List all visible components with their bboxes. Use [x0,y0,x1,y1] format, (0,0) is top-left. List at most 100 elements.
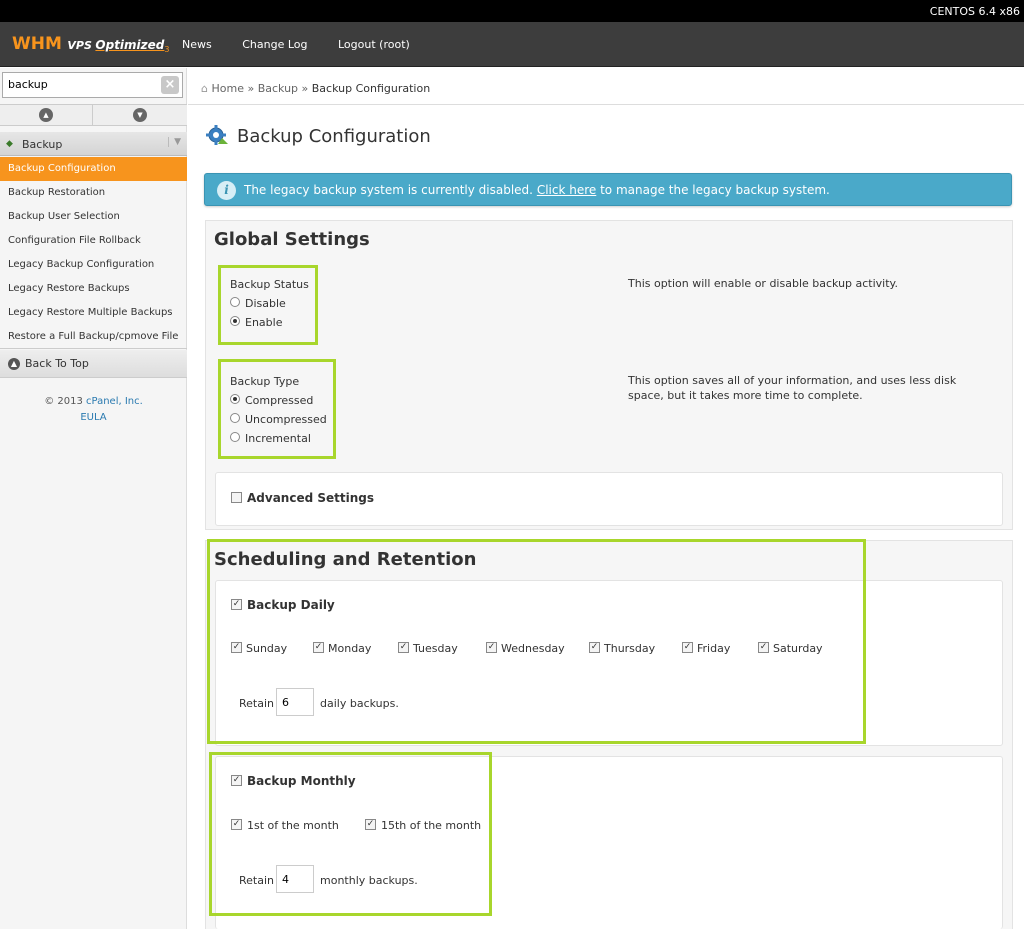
info-icon: i [217,181,236,200]
search-input[interactable] [3,73,153,95]
legacy-info-banner: i The legacy backup system is currently … [204,173,1012,206]
type-incremental-radio[interactable] [230,432,240,442]
backup-daily-label[interactable]: Backup Daily [247,598,335,612]
day-tuesday-label[interactable]: Tuesday [413,642,458,655]
day-friday-label[interactable]: Friday [697,642,730,655]
day-tuesday-checkbox[interactable]: ✓ [398,642,409,653]
day-thursday-checkbox[interactable]: ✓ [589,642,600,653]
breadcrumb-home[interactable]: Home [211,82,243,95]
header-bar: WHM VPS Optimized3 News Change Log Logou… [0,22,1024,67]
monthly-1st-checkbox[interactable]: ✓ [231,819,242,830]
sidebar: × ▲ ▼ ◆ Backup ▼ Backup Configuration Ba… [0,68,187,929]
collapse-all-button[interactable]: ▲ [0,105,93,125]
eula-link[interactable]: EULA [80,412,106,423]
day-monday-label[interactable]: Monday [328,642,371,655]
sidebar-search: × [2,72,183,98]
daily-retain-label: Retain [239,697,274,710]
sidebar-item-backup-configuration[interactable]: Backup Configuration [0,157,187,181]
status-enable-label[interactable]: Enable [245,316,282,329]
os-label: CENTOS 6.4 x86 [929,5,1020,18]
type-uncompressed-radio[interactable] [230,413,240,423]
chevron-down-icon: ▼ [133,108,147,122]
backup-icon: ◆ [6,139,13,149]
sidebar-item-legacy-restore-backups[interactable]: Legacy Restore Backups [0,277,187,301]
logo-vps: VPS [67,39,92,52]
type-incremental-label[interactable]: Incremental [245,432,311,445]
copyright: © 2013 [44,396,83,407]
back-to-top-label: Back To Top [25,357,89,370]
status-disable-label[interactable]: Disable [245,297,286,310]
sidebar-item-backup-restoration[interactable]: Backup Restoration [0,181,187,205]
nav-logout[interactable]: Logout (root) [338,38,410,51]
info-text: The legacy backup system is currently di… [244,183,830,197]
daily-retain-input[interactable] [276,688,314,716]
sidebar-section-backup[interactable]: ◆ Backup ▼ [0,132,187,156]
global-settings-heading: Global Settings [214,229,370,250]
day-monday-checkbox[interactable]: ✓ [313,642,324,653]
day-thursday-label[interactable]: Thursday [604,642,655,655]
logo-optimized: Optimized [95,38,165,52]
day-friday-checkbox[interactable]: ✓ [682,642,693,653]
breadcrumb-sep: » [301,82,309,95]
arrow-up-icon: ▲ [8,358,20,370]
monthly-retain-suffix: monthly backups. [320,874,418,887]
type-uncompressed-label[interactable]: Uncompressed [245,413,327,426]
breadcrumb-backup[interactable]: Backup [258,82,298,95]
sidebar-footer: © 2013 cPanel, Inc. EULA [0,394,187,426]
gear-icon [206,125,228,145]
type-compressed-radio[interactable] [230,394,240,404]
back-to-top-button[interactable]: ▲ Back To Top [0,350,187,378]
backup-monthly-label[interactable]: Backup Monthly [247,774,356,788]
logo-version: 3 [164,45,170,55]
sidebar-divider [0,348,187,349]
backup-daily-checkbox[interactable]: ✓ [231,599,242,610]
status-help-text: This option will enable or disable backu… [628,277,898,290]
monthly-1st-label[interactable]: 1st of the month [247,819,339,832]
day-sunday-checkbox[interactable]: ✓ [231,642,242,653]
home-icon: ⌂ [201,82,208,95]
day-saturday-label[interactable]: Saturday [773,642,823,655]
sidebar-item-config-file-rollback[interactable]: Configuration File Rollback [0,229,187,253]
monthly-retain-label: Retain [239,874,274,887]
whm-logo[interactable]: WHM VPS Optimized3 [12,34,169,54]
sidebar-arrows: ▲ ▼ [0,104,187,126]
monthly-15th-checkbox[interactable]: ✓ [365,819,376,830]
breadcrumb-divider [188,104,1024,105]
info-post: to manage the legacy backup system. [600,183,830,197]
monthly-retain-input[interactable] [276,865,314,893]
day-saturday-checkbox[interactable]: ✓ [758,642,769,653]
legacy-click-here-link[interactable]: Click here [537,183,596,197]
sidebar-item-backup-user-selection[interactable]: Backup User Selection [0,205,187,229]
dropdown-icon[interactable]: ▼ [168,137,181,147]
day-wednesday-checkbox[interactable]: ✓ [486,642,497,653]
monthly-15th-label[interactable]: 15th of the month [381,819,481,832]
type-compressed-label[interactable]: Compressed [245,394,313,407]
sidebar-item-legacy-backup-config[interactable]: Legacy Backup Configuration [0,253,187,277]
cpanel-link[interactable]: cPanel, Inc. [86,396,143,407]
os-strip: CENTOS 6.4 x86 [0,0,1024,22]
backup-type-label: Backup Type [230,375,300,388]
backup-status-label: Backup Status [230,278,309,291]
daily-retain-suffix: daily backups. [320,697,399,710]
type-help-text: This option saves all of your informatio… [628,374,957,402]
expand-all-button[interactable]: ▼ [94,105,187,125]
advanced-settings-checkbox[interactable] [231,492,242,503]
nav-change-log[interactable]: Change Log [242,38,307,51]
nav-news[interactable]: News [182,38,212,51]
top-nav: News Change Log Logout (root) [182,38,437,51]
breadcrumb-current: Backup Configuration [311,82,431,95]
info-pre: The legacy backup system is currently di… [244,183,533,197]
status-enable-radio[interactable] [230,316,240,326]
sidebar-item-restore-full-backup[interactable]: Restore a Full Backup/cpmove File [0,325,187,349]
breadcrumb-sep: » [247,82,255,95]
status-disable-radio[interactable] [230,297,240,307]
clear-icon[interactable]: × [161,76,179,94]
logo-whm: WHM [12,34,62,54]
page-title: Backup Configuration [237,126,431,147]
advanced-settings-label[interactable]: Advanced Settings [247,491,374,505]
chevron-up-icon: ▲ [39,108,53,122]
backup-monthly-checkbox[interactable]: ✓ [231,775,242,786]
day-wednesday-label[interactable]: Wednesday [501,642,565,655]
day-sunday-label[interactable]: Sunday [246,642,287,655]
sidebar-item-legacy-restore-multiple[interactable]: Legacy Restore Multiple Backups [0,301,187,325]
